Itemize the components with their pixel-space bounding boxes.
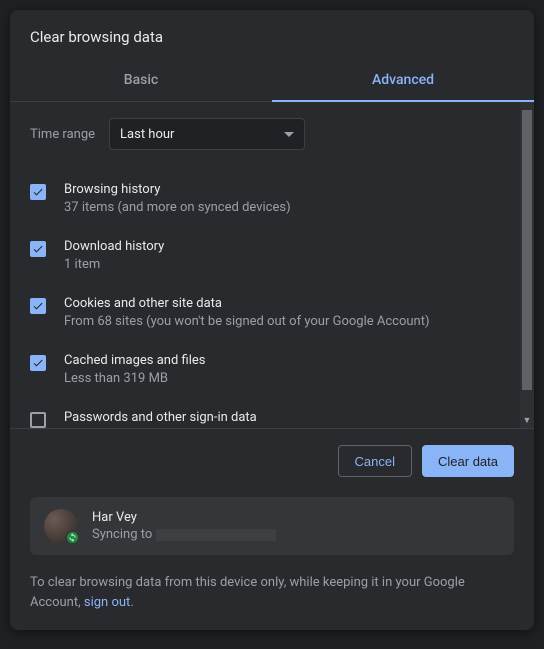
avatar — [44, 509, 78, 543]
scrollbar-thumb[interactable] — [522, 110, 532, 390]
data-type-list: Browsing history 37 items (and more on sy… — [30, 172, 500, 428]
item-label: Cookies and other site data — [64, 296, 429, 311]
tab-advanced[interactable]: Advanced — [272, 60, 534, 101]
item-label: Passwords and other sign-in data — [64, 410, 257, 425]
time-range-value: Last hour — [120, 127, 174, 142]
time-range-label: Time range — [30, 127, 95, 142]
item-label: Browsing history — [64, 182, 291, 197]
scroll-area: Time range Last hour Browsing history 37 … — [10, 102, 520, 428]
cancel-button[interactable]: Cancel — [338, 445, 412, 477]
sync-badge-icon — [65, 530, 80, 545]
account-info: Har Vey Syncing to — [92, 510, 276, 542]
checkbox[interactable] — [30, 184, 46, 200]
sign-out-notice: To clear browsing data from this device … — [30, 573, 514, 612]
dialog-body: Time range Last hour Browsing history 37 … — [10, 102, 534, 428]
button-row: Cancel Clear data — [30, 445, 514, 477]
item-text: Download history 1 item — [64, 239, 164, 272]
sign-out-link[interactable]: sign out — [84, 595, 130, 610]
account-status: Syncing to — [92, 527, 276, 542]
item-text: Passwords and other sign-in dataNone — [64, 410, 257, 428]
time-range-select[interactable]: Last hour — [109, 118, 305, 150]
item-desc: From 68 sites (you won't be signed out o… — [64, 314, 429, 329]
account-name: Har Vey — [92, 510, 276, 525]
checkbox[interactable] — [30, 298, 46, 314]
list-item: Browsing history 37 items (and more on sy… — [30, 172, 500, 229]
tab-bar: Basic Advanced — [10, 60, 534, 102]
list-item: Cached images and files Less than 319 MB — [30, 343, 500, 400]
item-text: Cached images and files Less than 319 MB — [64, 353, 205, 386]
item-label: Download history — [64, 239, 164, 254]
item-desc: 1 item — [64, 257, 164, 272]
item-text: Browsing history 37 items (and more on sy… — [64, 182, 291, 215]
redacted-placeholder — [156, 529, 276, 541]
tab-basic[interactable]: Basic — [10, 60, 272, 101]
checkbox[interactable] — [30, 412, 46, 428]
item-desc: Less than 319 MB — [64, 371, 205, 386]
dialog-title: Clear browsing data — [10, 10, 534, 60]
list-item: Download history 1 item — [30, 229, 500, 286]
account-card: Har Vey Syncing to — [30, 497, 514, 555]
list-item: Cookies and other site data From 68 sites… — [30, 286, 500, 343]
list-item: Passwords and other sign-in dataNone — [30, 400, 500, 428]
dialog-footer: Cancel Clear data Har Vey Syncing to To … — [10, 428, 534, 630]
item-desc: 37 items (and more on synced devices) — [64, 200, 291, 215]
item-label: Cached images and files — [64, 353, 205, 368]
clear-data-button[interactable]: Clear data — [422, 445, 514, 477]
caret-down-icon — [284, 127, 294, 142]
clear-browsing-data-dialog: Clear browsing data Basic Advanced Time … — [10, 10, 534, 630]
checkbox[interactable] — [30, 355, 46, 371]
scroll-down-arrow-icon[interactable]: ▼ — [520, 414, 534, 428]
time-range-row: Time range Last hour — [30, 118, 500, 150]
checkbox[interactable] — [30, 241, 46, 257]
scrollbar[interactable]: ▼ — [520, 102, 534, 428]
item-text: Cookies and other site data From 68 sites… — [64, 296, 429, 329]
